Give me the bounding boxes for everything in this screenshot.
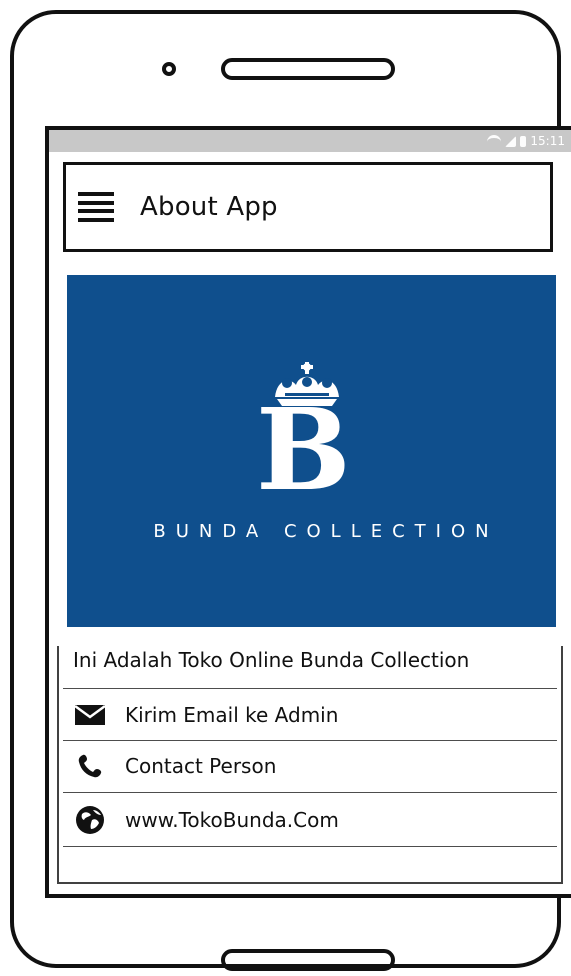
- contact-person-item[interactable]: Contact Person: [73, 747, 553, 785]
- section-divider: [63, 846, 557, 847]
- globe-icon-graphic: [76, 806, 104, 834]
- menu-line: [78, 192, 114, 196]
- phone-icon: [73, 749, 107, 783]
- mail-icon-graphic: [74, 704, 106, 725]
- content-border-right: [561, 646, 563, 882]
- brand-banner: B BUNDA COLLECTION: [67, 275, 556, 627]
- status-time: 15:11: [530, 134, 565, 148]
- content-border-left: [57, 646, 59, 882]
- menu-icon[interactable]: [78, 192, 114, 222]
- store-description: Ini Adalah Toko Online Bunda Collection: [73, 648, 470, 672]
- section-divider: [63, 688, 557, 689]
- phone-icon-graphic: [78, 754, 102, 778]
- home-slot: [221, 949, 395, 971]
- email-admin-item[interactable]: Kirim Email ke Admin: [73, 696, 553, 734]
- content-border-bottom: [57, 882, 563, 884]
- website-item[interactable]: www.TokoBunda.Com: [73, 801, 553, 839]
- status-bar: 15:11: [49, 130, 571, 152]
- section-divider: [63, 740, 557, 741]
- wifi-icon: [487, 134, 502, 148]
- menu-line: [78, 209, 114, 214]
- website-label: www.TokoBunda.Com: [125, 808, 339, 832]
- brand-name: BUNDA COLLECTION: [153, 521, 499, 542]
- brand-logo-letter: B: [256, 385, 351, 516]
- app-bar: About App: [63, 162, 553, 252]
- section-divider: [63, 792, 557, 793]
- battery-icon: [520, 135, 527, 147]
- contact-person-label: Contact Person: [125, 754, 277, 778]
- app-screen: 15:11 About App B BUNDA COLLECTION Ini A…: [45, 126, 571, 898]
- signal-icon: [505, 135, 517, 147]
- globe-icon: [73, 803, 107, 837]
- email-admin-label: Kirim Email ke Admin: [125, 703, 339, 727]
- menu-line: [78, 200, 114, 205]
- speaker-slot: [221, 58, 395, 80]
- mail-icon: [73, 698, 107, 732]
- front-camera: [162, 62, 176, 76]
- menu-line: [78, 217, 114, 222]
- page-title: About App: [140, 192, 278, 222]
- phone-frame: 15:11 About App B BUNDA COLLECTION Ini A…: [10, 10, 571, 971]
